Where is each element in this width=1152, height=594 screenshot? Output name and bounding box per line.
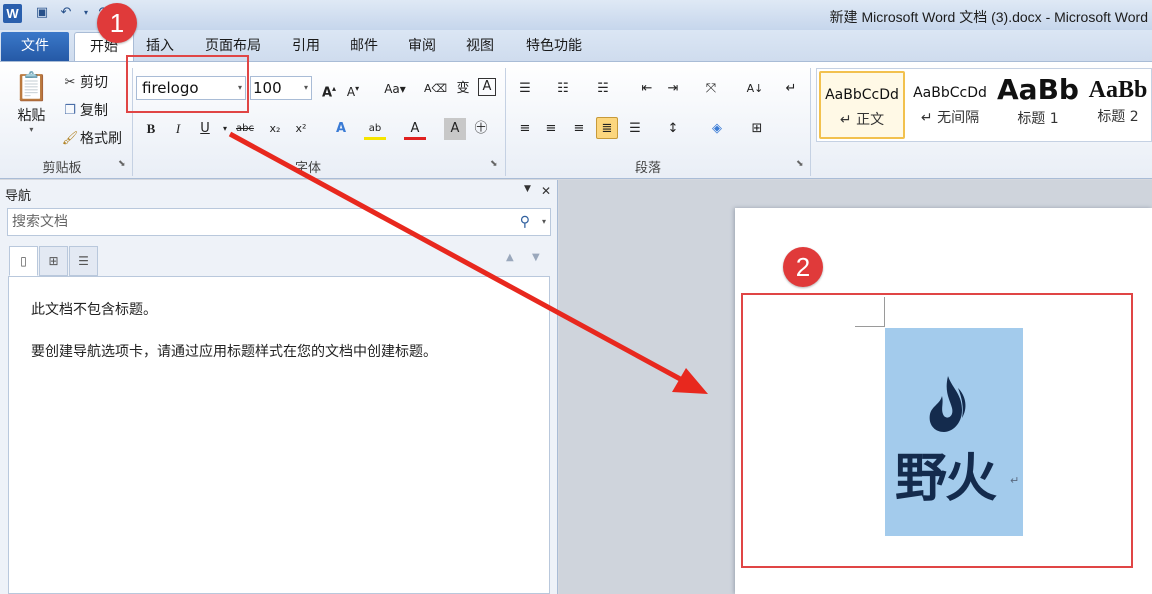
annotation-arrow xyxy=(228,131,708,394)
arrow-line xyxy=(228,131,684,383)
arrow-head xyxy=(672,368,708,394)
